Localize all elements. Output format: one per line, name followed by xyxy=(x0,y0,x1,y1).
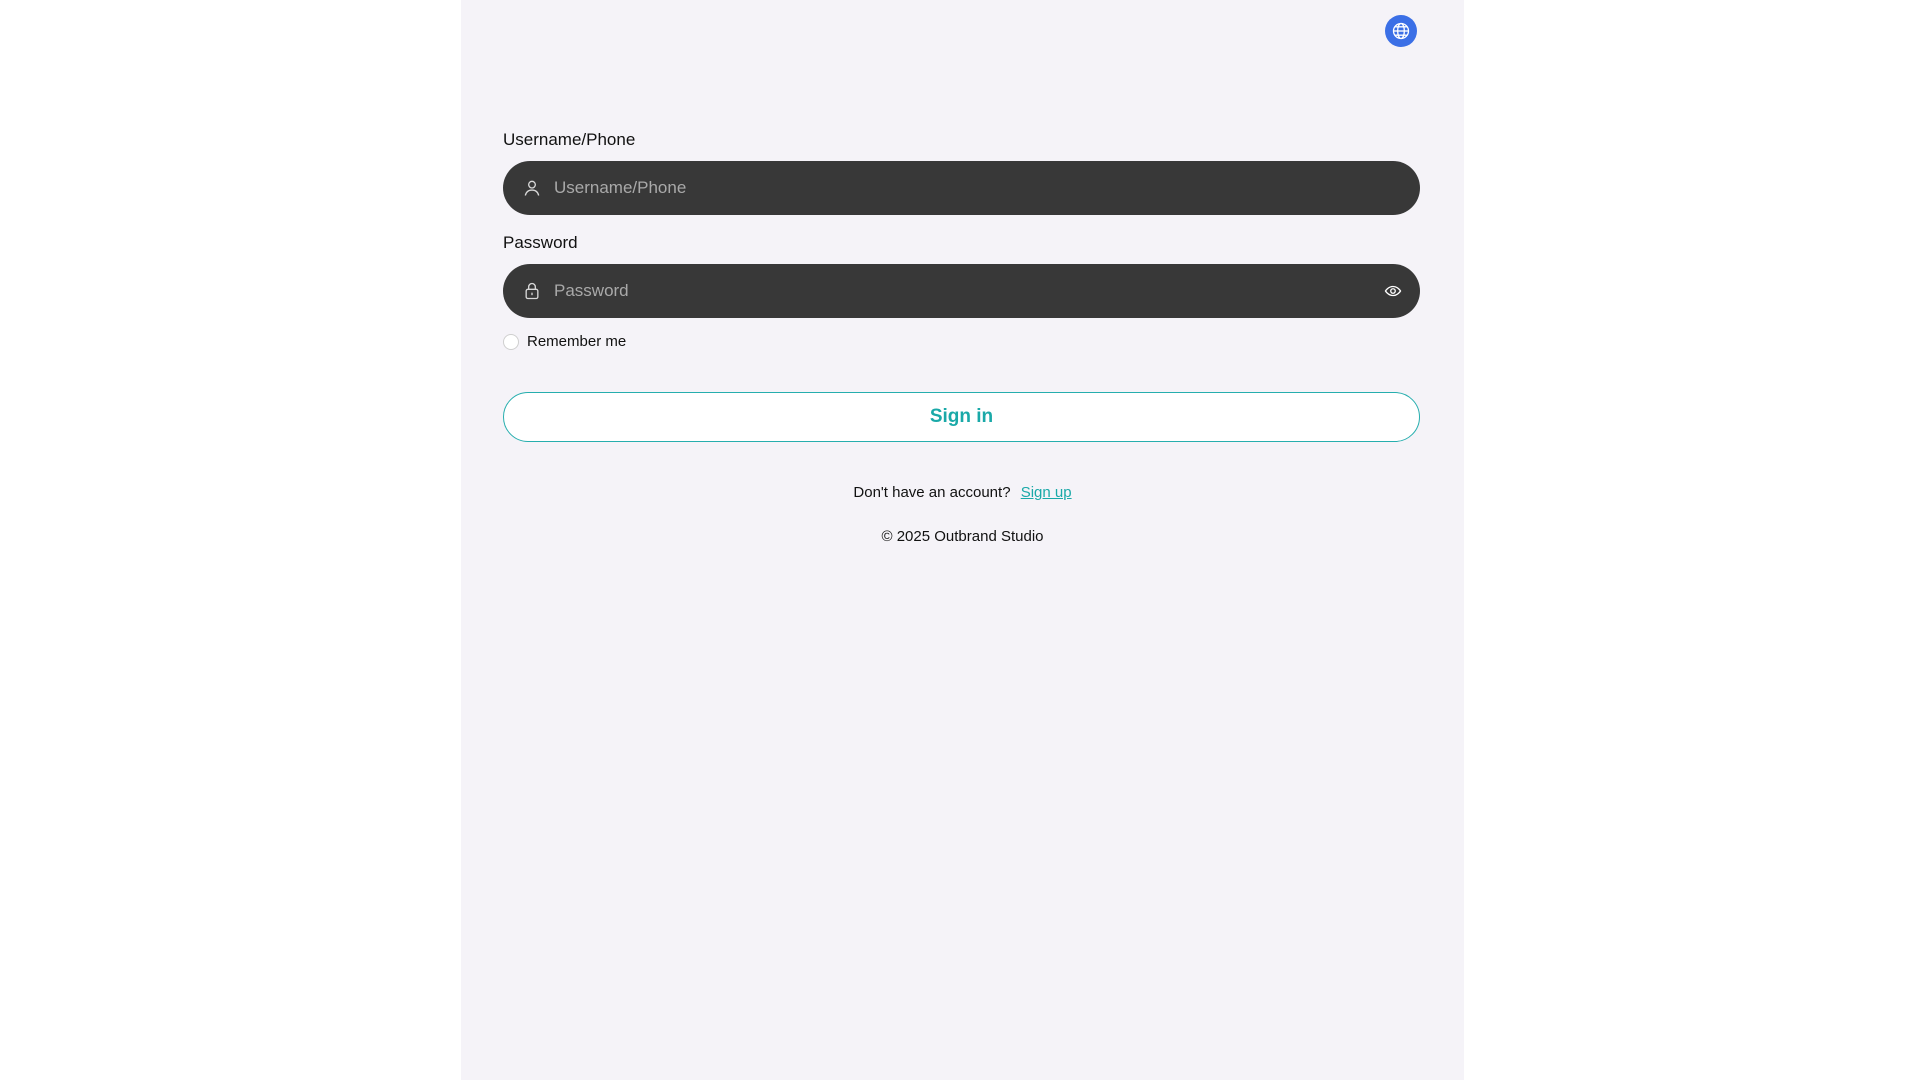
username-input[interactable]: Username/Phone xyxy=(503,161,1420,215)
password-label: Password xyxy=(503,233,578,252)
username-placeholder: Username/Phone xyxy=(554,178,687,197)
sign-in-button[interactable]: Sign in xyxy=(503,392,1420,442)
copyright: © 2025 Outbrand Studio xyxy=(881,528,1044,545)
password-placeholder: Password xyxy=(554,281,629,300)
sign-in-label: Sign in xyxy=(929,406,994,427)
login-panel: Username/Phone Username/Phone Password P… xyxy=(461,0,1464,1080)
checkbox-circle[interactable] xyxy=(503,333,519,350)
user-icon xyxy=(524,180,540,196)
password-input[interactable]: Password xyxy=(503,264,1420,318)
eye-icon[interactable] xyxy=(1384,282,1402,300)
username-label: Username/Phone xyxy=(503,130,636,149)
lock-icon xyxy=(525,282,539,300)
language-button[interactable] xyxy=(1385,15,1417,47)
globe-icon xyxy=(1392,22,1410,40)
remember-me-label: Remember me xyxy=(527,333,627,350)
sign-up-link[interactable]: Sign up xyxy=(1021,484,1072,501)
signup-prompt: Don't have an account? xyxy=(853,484,1011,501)
remember-me-checkbox[interactable]: Remember me xyxy=(503,333,626,350)
signup-row: Don't have an account? Sign up xyxy=(461,484,1464,501)
